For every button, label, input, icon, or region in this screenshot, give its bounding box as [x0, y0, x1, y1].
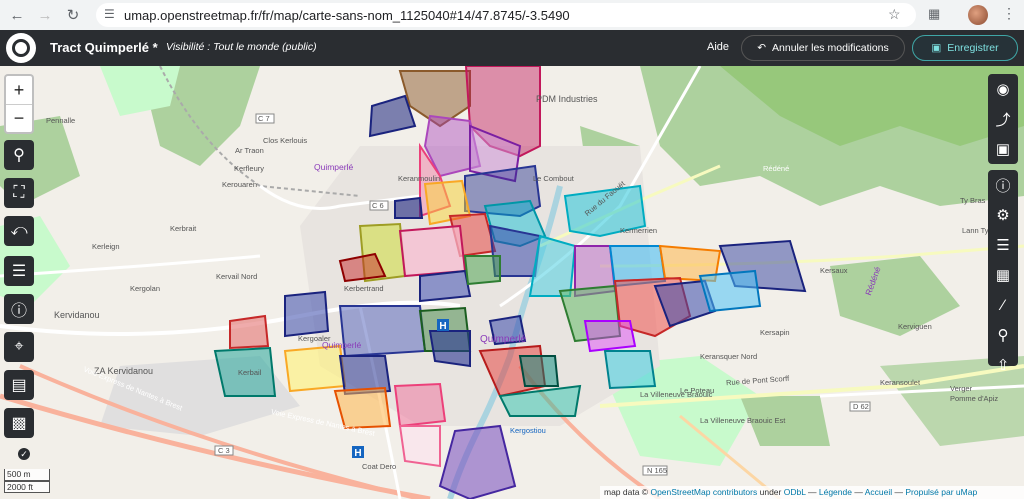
map-label: Kerleign — [92, 242, 120, 251]
key-icon[interactable]: ⚲ — [988, 320, 1018, 350]
map-label: Keransquer Nord — [700, 352, 758, 361]
map-label: Kersaux — [820, 266, 848, 275]
share-icon[interactable]: ⤺ — [4, 216, 34, 246]
print-icon[interactable]: ▩ — [4, 408, 34, 438]
reload-icon[interactable]: ↻ — [62, 4, 84, 26]
map-label: Verger — [950, 384, 973, 393]
url-text: umap.openstreetmap.fr/fr/map/carte-sans-… — [124, 7, 570, 23]
gear-icon[interactable]: ⚙ — [988, 200, 1018, 230]
svg-text:H: H — [354, 448, 361, 459]
home-link[interactable]: Accueil — [865, 487, 892, 497]
polygon-icon[interactable]: ▣ — [988, 134, 1018, 164]
tilelayer-icon[interactable]: ▦ — [988, 260, 1018, 290]
extensions-icon[interactable]: ▦ — [928, 6, 940, 22]
map-label: Le Poteau — [680, 386, 715, 395]
map-label: Kerfleury — [234, 164, 265, 173]
map-label: Kerbail — [238, 368, 262, 377]
map-label: Ty Bras — [960, 196, 986, 205]
layers-icon[interactable]: ☰ — [4, 256, 34, 286]
map-label: Clos Kerlouis — [263, 136, 308, 145]
attribution-under: under — [759, 487, 782, 497]
site-info-icon[interactable]: ☰ — [104, 7, 115, 21]
map-label: Kerbertrand — [344, 284, 384, 293]
address-bar[interactable]: ☰ umap.openstreetmap.fr/fr/map/carte-san… — [96, 3, 916, 27]
map-label: D 62 — [853, 402, 869, 411]
layers-icon[interactable]: ☰ — [988, 230, 1018, 260]
info-icon[interactable]: ⓘ — [988, 170, 1018, 200]
fullscreen-icon[interactable]: ⛶ — [4, 178, 34, 208]
license-link[interactable]: ODbL — [784, 487, 806, 497]
save-label: Enregistrer — [947, 42, 999, 54]
map-label: Kermerrien — [620, 226, 658, 235]
map-label: Kergoaler — [298, 334, 331, 343]
map-label: C 3 — [218, 446, 230, 455]
map-label: Rédéné — [763, 164, 790, 173]
map-label: PDM Industries — [536, 94, 598, 104]
map-label: Kerviguen — [898, 322, 932, 331]
map-label: Kergolan — [130, 284, 161, 293]
help-link[interactable]: Aide — [707, 41, 729, 53]
map-label: Keransoulet — [880, 378, 921, 387]
map-label: Keranmoulin — [398, 174, 441, 183]
map-canvas[interactable]: H H Quimperlé Quimperlé Quimperlé Rédéné… — [0, 66, 1024, 499]
search-icon[interactable]: ⚲ — [4, 140, 34, 170]
arrow-left-icon[interactable]: ← — [6, 4, 28, 26]
svg-text:H: H — [439, 321, 446, 332]
browser-toolbar: ← → ↻ ☰ umap.openstreetmap.fr/fr/map/car… — [0, 0, 1024, 30]
map-label: Kersapin — [760, 328, 790, 337]
map-title[interactable]: Tract Quimperlé * — [50, 40, 158, 55]
umap-link[interactable]: Propulsé par uMap — [905, 487, 977, 497]
save-button[interactable]: ▣ Enregistrer — [912, 35, 1018, 61]
zoom-control: + − — [4, 74, 34, 134]
map-label: C 6 — [372, 201, 384, 210]
umap-header: Tract Quimperlé * Visibilité : Tout le m… — [0, 30, 1024, 66]
map-label: Le Combout — [533, 174, 574, 183]
check-icon[interactable]: ✓ — [18, 448, 30, 460]
map-label: Kergostiou — [510, 426, 546, 435]
map-label: Coat Dero — [362, 462, 397, 471]
attribution-prefix: map data © — [604, 487, 649, 497]
cancel-changes-button[interactable]: ↶ Annuler les modifications — [741, 35, 905, 61]
scale-metric: 500 m — [4, 469, 50, 481]
polyline-icon[interactable]: ⤴ — [988, 104, 1018, 134]
info-icon[interactable]: ⓘ — [4, 294, 34, 324]
arrow-right-icon[interactable]: → — [34, 4, 56, 26]
save-icon: ▣ — [931, 42, 942, 54]
map-label: Quimperlé — [314, 162, 354, 172]
bookmark-star-icon[interactable]: ☆ — [888, 6, 901, 23]
legend-link[interactable]: Légende — [819, 487, 852, 497]
map-label: Pomme d'Apiz — [950, 394, 999, 403]
map-label: Quimperlé — [480, 334, 527, 345]
map-label: Kervail Nord — [216, 272, 258, 281]
scale-imperial: 2000 ft — [4, 481, 50, 493]
map-label: Pennalle — [46, 116, 76, 125]
locate-icon[interactable]: ⌖ — [4, 332, 34, 362]
visibility-status: Visibilité : Tout le monde (public) — [166, 41, 317, 53]
measure-icon[interactable]: ▤ — [4, 370, 34, 400]
cancel-label: Annuler les modifications — [772, 42, 889, 54]
browser-menu-icon[interactable]: ⋮ — [1002, 5, 1016, 22]
edit-toolbar: ◉ ⤴ ▣ — [988, 74, 1018, 164]
map-label: La Villeneuve Braouic Est — [700, 416, 786, 425]
map-label: Lann Ty — [962, 226, 989, 235]
map-label: Ar Traon — [235, 146, 264, 155]
settings-toolbar: ⓘ ⚙ ☰ ▦ ∕ ⚲ ⇧ — [988, 170, 1018, 374]
map-label: C 7 — [258, 114, 270, 123]
map-label: Kerbrait — [170, 224, 197, 233]
osm-link[interactable]: OpenStreetMap contributors — [650, 487, 757, 497]
undo-icon: ↶ — [757, 42, 767, 54]
zoom-out-button[interactable]: − — [6, 104, 32, 132]
attribution: map data © OpenStreetMap contributors un… — [600, 486, 1024, 499]
vertex-icon[interactable]: ∕ — [988, 290, 1018, 320]
zoom-in-button[interactable]: + — [6, 76, 32, 104]
profile-avatar[interactable] — [968, 5, 988, 25]
map-label: Kervidanou — [54, 310, 100, 320]
map-label: N 165 — [647, 466, 668, 475]
marker-icon[interactable]: ◉ — [988, 74, 1018, 104]
map-label: Kerouaren — [222, 180, 258, 189]
umap-logo-icon[interactable] — [6, 33, 36, 63]
upload-icon[interactable]: ⇧ — [988, 350, 1018, 380]
